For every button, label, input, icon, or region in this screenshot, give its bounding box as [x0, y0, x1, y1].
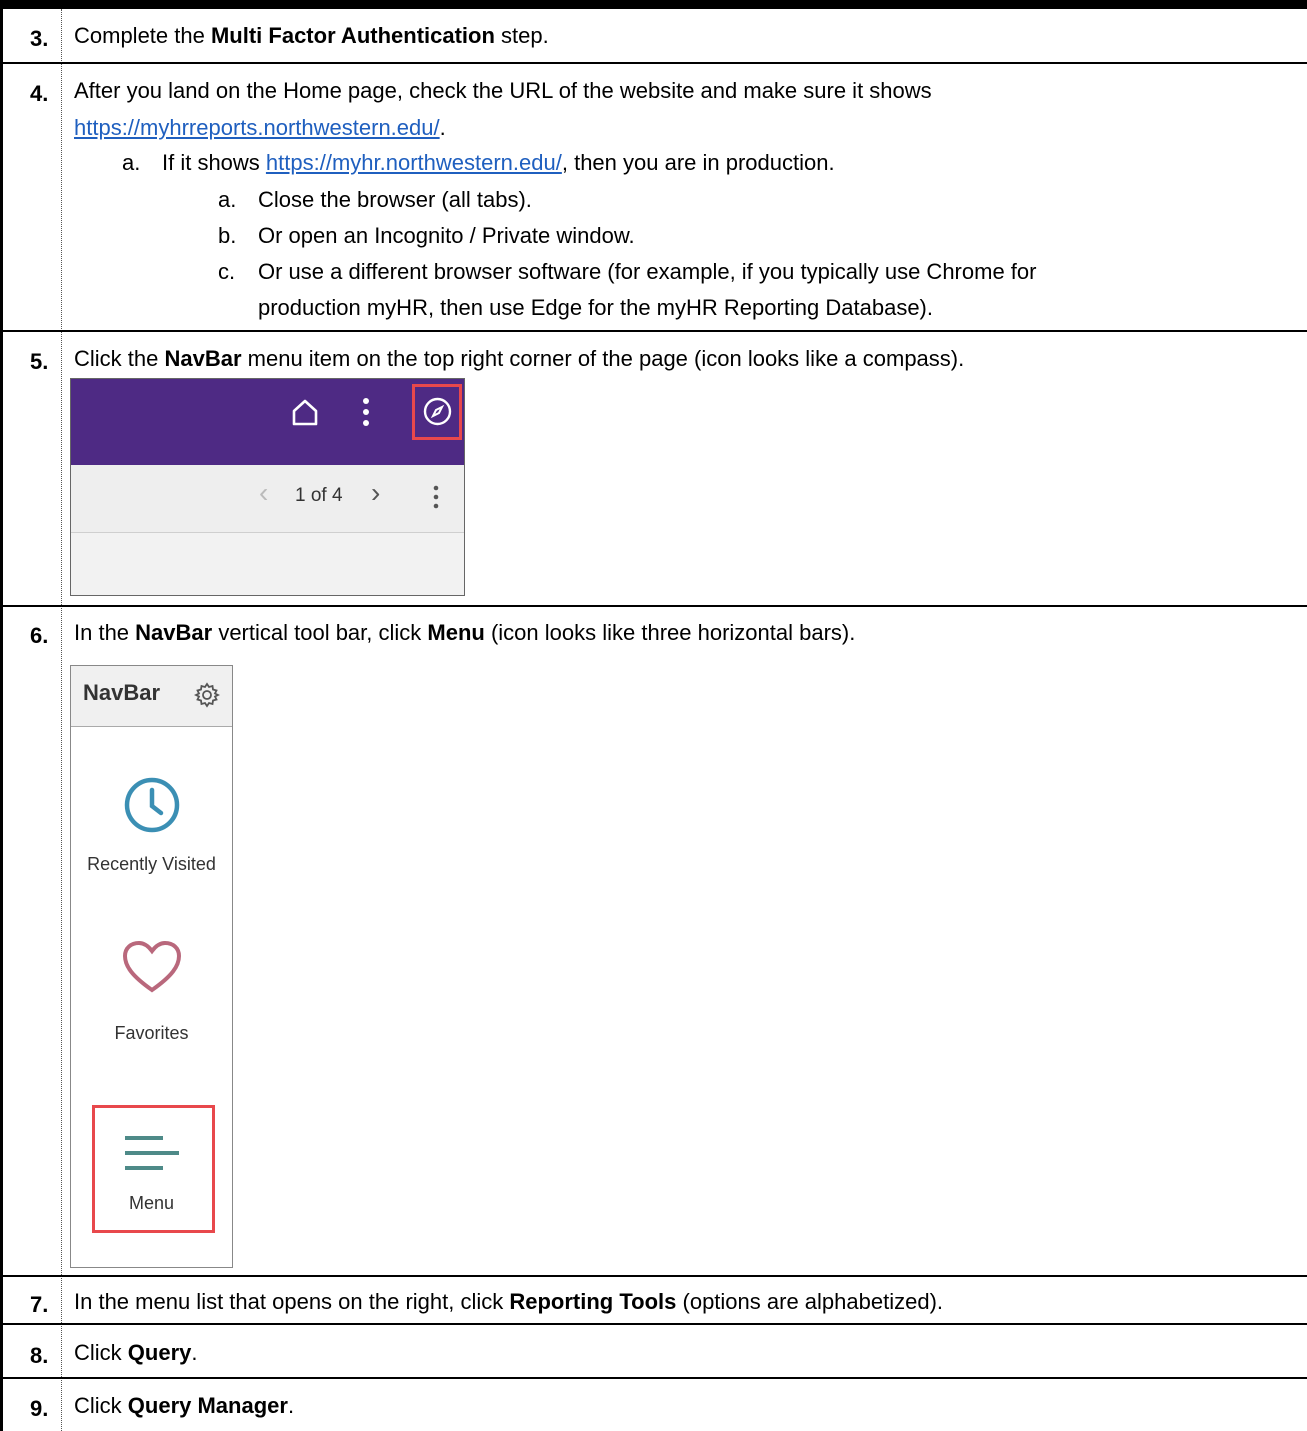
step-3-text: Complete the Multi Factor Authentication… — [74, 23, 549, 48]
step-number: 4. — [30, 81, 49, 106]
row-divider — [0, 605, 1307, 607]
row-divider — [0, 330, 1307, 332]
column-divider — [61, 9, 62, 1431]
pager-bar: ‹ 1 of 4 › — [71, 465, 464, 533]
row-divider — [0, 1323, 1307, 1325]
more-vertical-icon[interactable] — [432, 485, 440, 509]
row-divider — [0, 62, 1307, 64]
step-number: 8. — [30, 1343, 49, 1368]
production-url-link[interactable]: https://myhr.northwestern.edu/ — [266, 150, 562, 175]
step-number: 5. — [30, 349, 49, 374]
step-7-text: In the menu list that opens on the right… — [74, 1289, 944, 1314]
step-number: 6. — [30, 623, 49, 648]
gear-icon[interactable] — [194, 682, 220, 708]
pager-text: 1 of 4 — [295, 485, 343, 506]
subsub-text: Or use a different browser software (for… — [258, 259, 1037, 284]
step-number: 7. — [30, 1292, 49, 1317]
step-6-text: In the NavBar vertical tool bar, click M… — [74, 620, 856, 645]
subsub-marker: a. — [218, 187, 237, 212]
compass-highlight-box — [412, 384, 462, 440]
left-border — [0, 0, 3, 1431]
reports-url-link[interactable]: https://myhrreports.northwestern.edu/ — [74, 115, 440, 140]
next-chevron-icon[interactable]: › — [371, 477, 380, 509]
step-9-text: Click Query Manager. — [74, 1393, 295, 1418]
top-border — [0, 0, 1307, 9]
header-bar — [71, 379, 464, 465]
sub-a-marker: a. — [122, 150, 141, 175]
row-divider — [0, 1377, 1307, 1379]
subsub-marker: c. — [218, 259, 236, 284]
more-vertical-icon[interactable] — [361, 397, 371, 427]
subsub-text: Or open an Incognito / Private window. — [258, 223, 635, 248]
step-5-text: Click the NavBar menu item on the top ri… — [74, 346, 965, 371]
subsub-text-cont: production myHR, then use Edge for the m… — [258, 295, 933, 320]
navbar-screenshot: ‹ 1 of 4 › — [70, 378, 465, 596]
step-4-url: https://myhrreports.northwestern.edu/. — [74, 115, 446, 140]
step-4-intro: After you land on the Home page, check t… — [74, 78, 932, 103]
previous-chevron-icon[interactable]: ‹ — [259, 477, 268, 509]
menu-label[interactable]: Menu — [71, 1193, 232, 1214]
navbar-title: NavBar — [83, 680, 161, 705]
heart-icon[interactable] — [122, 940, 182, 994]
step-number: 9. — [30, 1396, 49, 1421]
sub-a-text: If it shows https://myhr.northwestern.ed… — [162, 150, 835, 175]
navbar-panel-screenshot: NavBar Recently Visited Favorites Menu — [70, 665, 233, 1268]
subsub-text: Close the browser (all tabs). — [258, 187, 532, 212]
recently-visited-label[interactable]: Recently Visited — [71, 854, 232, 875]
row-divider — [0, 1275, 1307, 1277]
clock-icon[interactable] — [123, 776, 181, 834]
subsub-marker: b. — [218, 223, 237, 248]
step-number: 3. — [30, 26, 49, 51]
navbar-header: NavBar — [71, 666, 232, 727]
home-icon[interactable] — [290, 397, 320, 427]
favorites-label[interactable]: Favorites — [71, 1023, 232, 1044]
step-8-text: Click Query. — [74, 1340, 198, 1365]
menu-icon[interactable] — [123, 1133, 181, 1173]
